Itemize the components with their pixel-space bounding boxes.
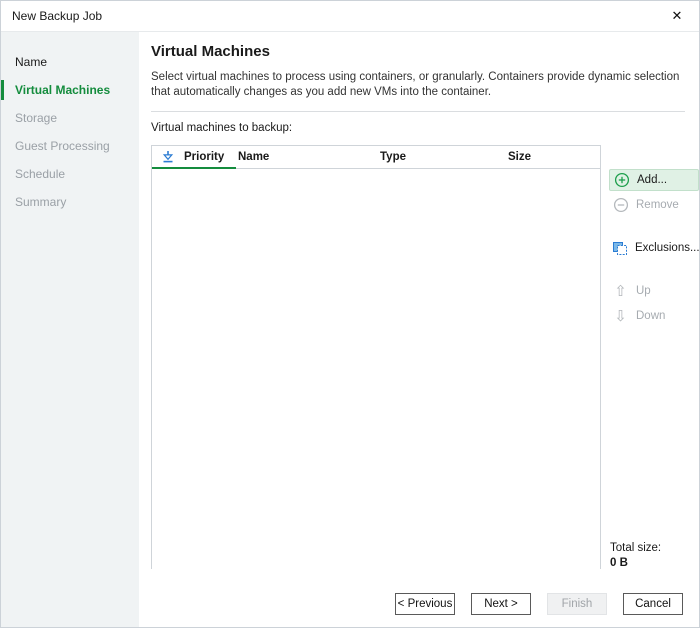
down-button-label: Down xyxy=(636,310,665,322)
up-arrow-icon: ⇧ xyxy=(612,284,629,299)
sidebar-item-summary[interactable]: Summary xyxy=(1,188,139,216)
wizard-steps-sidebar: Name Virtual Machines Storage Guest Proc… xyxy=(1,32,139,627)
title-bar: New Backup Job ✕ xyxy=(1,1,699,32)
vm-action-buttons: Add... Remove Exclusions xyxy=(609,169,699,327)
new-backup-job-dialog: New Backup Job ✕ Name Virtual Machines S… xyxy=(0,0,700,628)
finish-button[interactable]: Finish xyxy=(547,593,607,615)
up-button[interactable]: ⇧ Up xyxy=(609,280,699,302)
page-title: Virtual Machines xyxy=(151,43,270,60)
vm-table[interactable]: Priority Name Type Size xyxy=(151,145,601,569)
sidebar-item-label: Name xyxy=(15,55,47,69)
cancel-button[interactable]: Cancel xyxy=(623,593,683,615)
exclusions-button[interactable]: Exclusions... xyxy=(609,237,699,259)
down-arrow-icon: ⇩ xyxy=(612,309,629,324)
header-divider xyxy=(151,111,685,112)
window-title: New Backup Job xyxy=(12,1,102,31)
down-button[interactable]: ⇩ Down xyxy=(609,305,699,327)
main-panel: Virtual Machines Select virtual machines… xyxy=(139,32,699,627)
sidebar-item-label: Storage xyxy=(15,111,57,125)
sidebar-item-virtual-machines[interactable]: Virtual Machines xyxy=(1,76,139,104)
vm-table-header: Priority Name Type Size xyxy=(152,146,600,169)
sidebar-item-storage[interactable]: Storage xyxy=(1,104,139,132)
sidebar-item-label: Guest Processing xyxy=(15,139,110,153)
previous-button[interactable]: < Previous xyxy=(395,593,455,615)
total-size-value: 0 B xyxy=(610,556,661,571)
page-description: Select virtual machines to process using… xyxy=(151,70,696,100)
total-size-block: Total size: 0 B xyxy=(610,541,661,571)
sidebar-item-guest-processing[interactable]: Guest Processing xyxy=(1,132,139,160)
column-header-size[interactable]: Size xyxy=(508,151,600,163)
exclusions-button-label: Exclusions... xyxy=(635,242,700,254)
exclusions-icon xyxy=(612,240,628,256)
add-plus-icon xyxy=(613,172,630,188)
wizard-footer: < Previous Next > Finish Cancel xyxy=(395,593,683,615)
sidebar-item-schedule[interactable]: Schedule xyxy=(1,160,139,188)
sidebar-item-name[interactable]: Name xyxy=(1,48,139,76)
sidebar-item-label: Summary xyxy=(15,195,66,209)
next-button[interactable]: Next > xyxy=(471,593,531,615)
column-header-type[interactable]: Type xyxy=(380,151,508,163)
sidebar-item-label: Virtual Machines xyxy=(15,83,110,97)
vm-table-body-empty[interactable] xyxy=(152,169,600,569)
sorted-column-indicator xyxy=(152,167,236,169)
total-size-label: Total size: xyxy=(610,541,661,556)
close-icon[interactable]: ✕ xyxy=(665,1,689,31)
vm-list-label: Virtual machines to backup: xyxy=(151,122,292,134)
column-header-name[interactable]: Name xyxy=(238,151,380,163)
remove-button-label: Remove xyxy=(636,199,679,211)
add-button-label: Add... xyxy=(637,174,667,186)
remove-minus-icon xyxy=(612,197,629,213)
priority-sort-icon[interactable] xyxy=(152,150,184,164)
sidebar-item-label: Schedule xyxy=(15,167,65,181)
add-button[interactable]: Add... xyxy=(609,169,699,191)
up-button-label: Up xyxy=(636,285,651,297)
column-header-priority[interactable]: Priority xyxy=(184,151,238,163)
remove-button[interactable]: Remove xyxy=(609,194,699,216)
